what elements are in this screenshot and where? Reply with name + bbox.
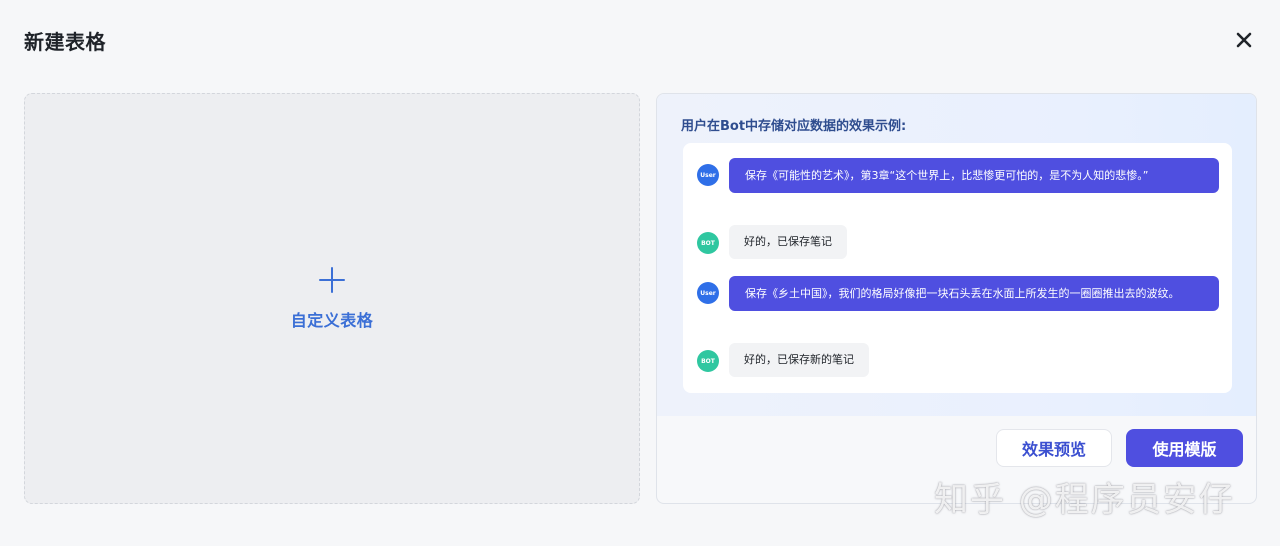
user-message-bubble: 保存《可能性的艺术》，第3章“这个世界上，比悲惨更可怕的，是不为人知的悲惨。” <box>729 158 1219 193</box>
bot-avatar: BOT <box>697 232 719 254</box>
watermark: 知乎 @程序员安仔 <box>934 480 1235 520</box>
user-message-bubble: 保存《乡土中国》，我们的格局好像把一块石头丢在水面上所发生的一圈圈推出去的波纹。 <box>729 276 1219 311</box>
close-button[interactable] <box>1230 26 1258 54</box>
user-avatar: User <box>697 282 719 304</box>
preview-button[interactable]: 效果预览 <box>996 429 1112 467</box>
bot-message-bubble: 好的，已保存笔记 <box>729 225 847 259</box>
close-icon <box>1236 32 1252 48</box>
template-card: 用户在Bot中存储对应数据的效果示例: User 保存《可能性的艺术》，第3章“… <box>656 93 1257 504</box>
dialog-title: 新建表格 <box>24 30 106 54</box>
template-example-area: 用户在Bot中存储对应数据的效果示例: User 保存《可能性的艺术》，第3章“… <box>657 94 1256 416</box>
use-template-button[interactable]: 使用模版 <box>1126 429 1243 467</box>
template-heading: 用户在Bot中存储对应数据的效果示例: <box>681 119 907 134</box>
chat-example: User 保存《可能性的艺术》，第3章“这个世界上，比悲惨更可怕的，是不为人知的… <box>683 143 1232 393</box>
custom-table-card[interactable] <box>24 93 640 504</box>
bot-avatar: BOT <box>697 350 719 372</box>
user-avatar: User <box>697 164 719 186</box>
bot-message-bubble: 好的，已保存新的笔记 <box>729 343 869 377</box>
